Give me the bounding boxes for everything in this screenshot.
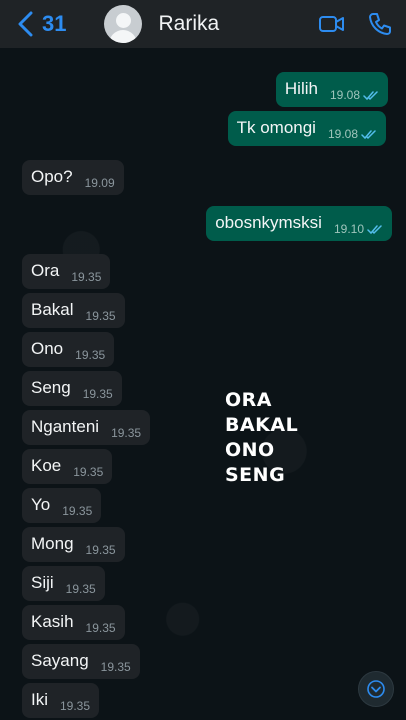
message-text: Siji <box>31 573 54 592</box>
incoming-message[interactable]: Ora 19.35 <box>22 254 111 289</box>
message-time: 19.35 <box>101 660 131 679</box>
message-text: Koe <box>31 456 62 475</box>
message-text: Tk omongi <box>236 118 316 137</box>
message-time: 19.35 <box>86 621 116 640</box>
message-text: Mong <box>31 534 74 553</box>
overlay-line: BAKAL <box>225 414 299 436</box>
incoming-message[interactable]: Sayang 19.35 <box>22 644 140 679</box>
timestamp: 19.35 <box>85 543 116 557</box>
avatar[interactable] <box>104 5 143 43</box>
back-button[interactable]: 31 <box>16 11 66 37</box>
timestamp: 19.35 <box>62 504 93 518</box>
timestamp: 19.35 <box>85 309 116 323</box>
message-time: 19.35 <box>111 426 141 445</box>
timestamp: 19.35 <box>82 387 113 401</box>
timestamp: 19.35 <box>111 426 142 440</box>
timestamp: 19.35 <box>65 582 96 596</box>
message-time: 19.35 <box>86 309 116 328</box>
message-text: Yo <box>31 495 51 514</box>
message-time: 19.09 <box>85 176 115 195</box>
message-text: Hilih <box>284 79 318 98</box>
message-time: 19.35 <box>86 543 116 562</box>
double-check-icon <box>367 225 382 234</box>
message-time: 19.35 <box>60 699 90 718</box>
incoming-message[interactable]: Mong 19.35 <box>22 527 125 562</box>
avatar-icon <box>115 13 131 28</box>
timestamp: 19.09 <box>84 176 115 190</box>
timestamp: 19.35 <box>75 348 106 362</box>
message-time: 19.10 <box>334 222 383 241</box>
message-text: Seng <box>31 378 71 397</box>
incoming-message[interactable]: Seng 19.35 <box>22 371 122 406</box>
incoming-message[interactable]: Iki 19.35 <box>22 683 100 718</box>
message-time: 19.08 <box>330 88 379 107</box>
message-text: Nganteni <box>31 417 100 436</box>
incoming-message[interactable]: Bakal 19.35 <box>22 293 125 328</box>
timestamp: 19.35 <box>100 660 131 674</box>
outgoing-message[interactable]: obosnkymsksi 19.10 <box>206 206 392 241</box>
message-time: 19.35 <box>62 504 92 523</box>
overlay-caption: ORA BAKAL ONO SENG <box>225 388 298 488</box>
message-text: Kasih <box>31 612 74 631</box>
timestamp: 19.35 <box>85 621 116 635</box>
unread-count: 31 <box>42 11 67 36</box>
incoming-message[interactable]: Kasih 19.35 <box>22 605 125 640</box>
message-time: 19.35 <box>66 582 96 601</box>
message-time: 19.08 <box>328 127 377 146</box>
incoming-message[interactable]: Opo? 19.09 <box>22 160 124 195</box>
outgoing-message[interactable]: Tk omongi 19.08 <box>227 111 386 146</box>
chevron-left-icon <box>18 11 33 37</box>
message-time: 19.35 <box>71 270 101 289</box>
double-check-icon <box>363 91 378 100</box>
incoming-message[interactable]: Yo 19.35 <box>22 488 102 523</box>
contact-name[interactable]: Rarika <box>158 12 219 36</box>
timestamp: 19.08 <box>327 127 358 141</box>
timestamp: 19.08 <box>329 88 360 102</box>
timestamp: 19.35 <box>60 699 91 713</box>
timestamp: 19.35 <box>71 270 102 284</box>
phone-icon[interactable] <box>366 10 394 38</box>
message-list[interactable]: Hilih 19.08 Tk omongi 19.08 Opo? 19.09 obosnky… <box>0 48 406 720</box>
message-text: Ora <box>31 261 60 280</box>
message-time: 19.35 <box>75 348 105 367</box>
message-time: 19.35 <box>73 465 103 484</box>
incoming-message[interactable]: Siji 19.35 <box>22 566 105 601</box>
message-text: obosnkymsksi <box>215 213 322 232</box>
timestamp: 19.10 <box>333 222 364 236</box>
double-check-icon <box>361 130 376 139</box>
overlay-line: ORA <box>225 389 272 411</box>
incoming-message[interactable]: Nganteni 19.35 <box>22 410 151 445</box>
outgoing-message[interactable]: Hilih 19.08 <box>275 72 388 107</box>
message-text: Ono <box>31 339 64 358</box>
message-text: Bakal <box>31 300 74 319</box>
incoming-message[interactable]: Koe 19.35 <box>22 449 113 484</box>
scroll-down-icon <box>367 680 385 698</box>
message-text: Opo? <box>31 167 73 186</box>
scroll-to-bottom-button[interactable] <box>358 671 394 707</box>
message-time: 19.35 <box>83 387 113 406</box>
overlay-line: SENG <box>225 464 286 486</box>
timestamp: 19.35 <box>73 465 104 479</box>
message-text: Sayang <box>31 651 89 670</box>
chat-header: 31 Rarika <box>0 0 406 48</box>
incoming-message[interactable]: Ono 19.35 <box>22 332 115 367</box>
message-text: Iki <box>31 690 48 709</box>
video-call-icon[interactable] <box>318 10 346 38</box>
overlay-line: ONO <box>225 439 275 461</box>
